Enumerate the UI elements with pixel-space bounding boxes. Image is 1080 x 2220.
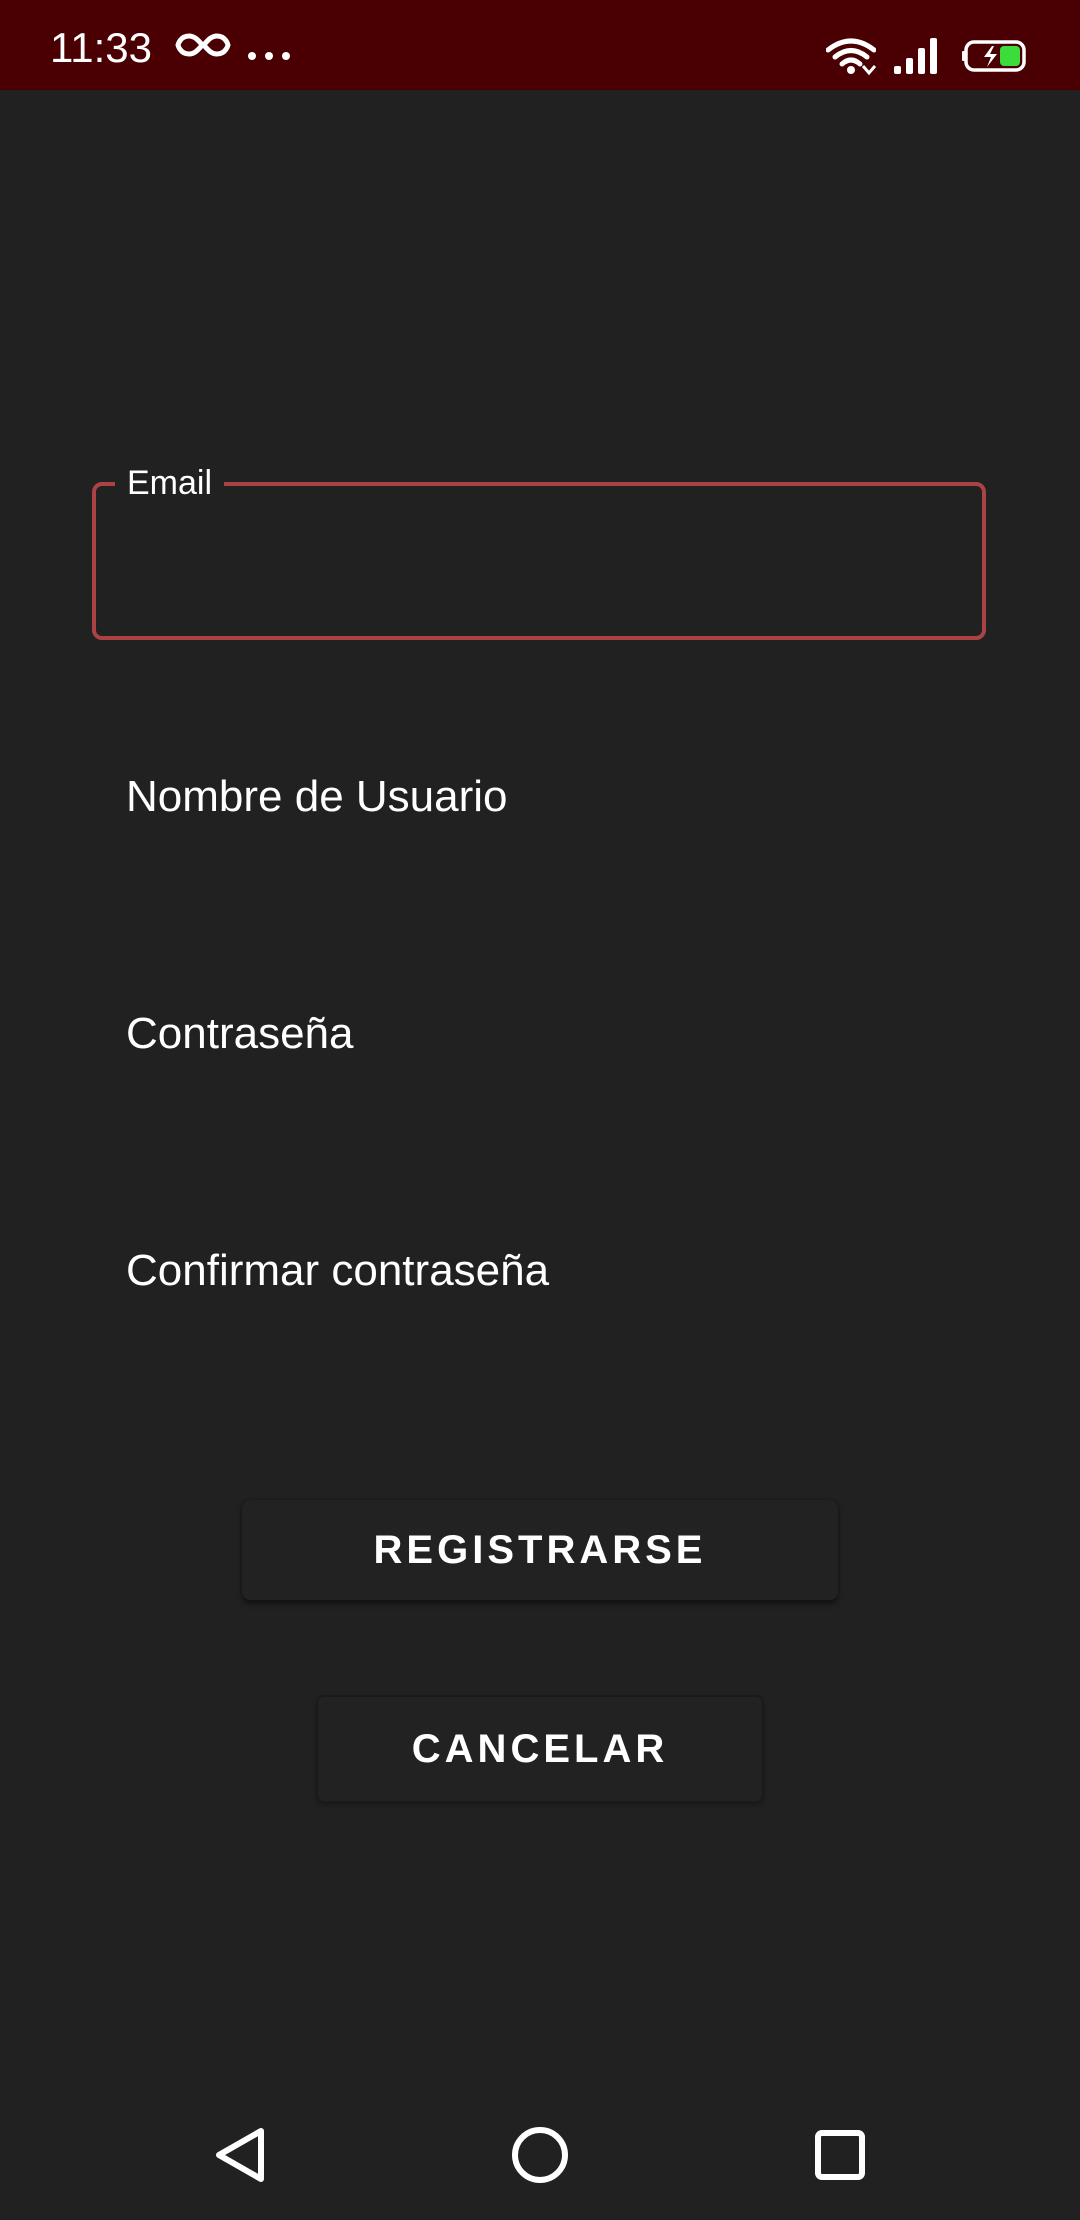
email-input[interactable] <box>126 526 950 598</box>
email-field[interactable] <box>92 482 986 640</box>
cancel-button[interactable]: CANCELAR <box>316 1695 764 1803</box>
confirm-password-field-label: Confirmar contraseña <box>126 1246 550 1295</box>
more-dots-icon <box>248 52 290 60</box>
register-button[interactable]: REGISTRARSE <box>242 1500 838 1600</box>
password-field-label: Contraseña <box>126 1009 354 1058</box>
battery-charging-icon <box>962 40 1026 72</box>
confirm-password-field[interactable]: Confirmar contraseña <box>126 1231 956 1311</box>
recent-apps-icon[interactable] <box>805 2120 875 2190</box>
username-field-label: Nombre de Usuario <box>126 772 508 821</box>
email-field-label: Email <box>115 463 225 503</box>
infinity-icon <box>175 33 231 57</box>
status-time: 11:33 <box>50 24 152 71</box>
password-field[interactable]: Contraseña <box>126 994 956 1074</box>
username-field[interactable]: Nombre de Usuario <box>126 757 956 837</box>
back-icon[interactable] <box>205 2120 275 2190</box>
navigation-bar <box>0 2090 1080 2220</box>
wifi-icon <box>826 38 876 76</box>
status-bar: 11:33 <box>0 0 1080 90</box>
home-icon[interactable] <box>505 2120 575 2190</box>
signal-icon <box>894 38 937 74</box>
register-screen: 11:33 Email Nombre de Usuario Contraseña… <box>0 0 1080 2220</box>
